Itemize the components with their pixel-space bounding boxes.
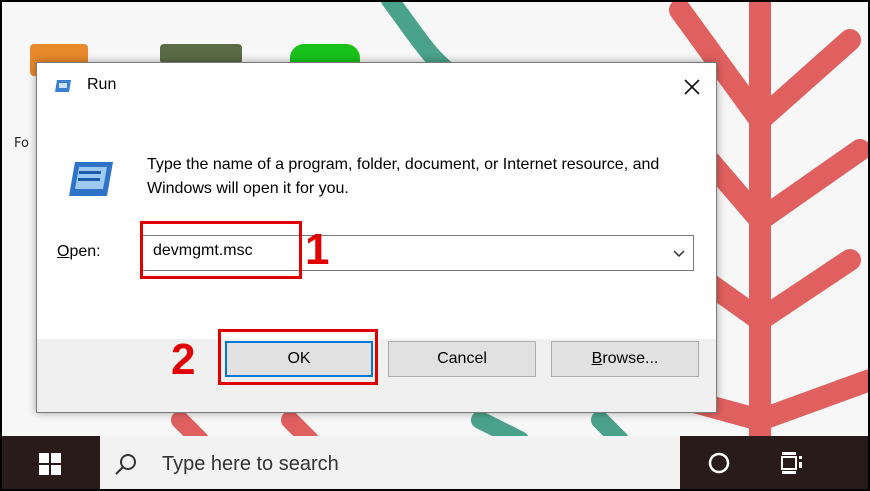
task-view-icon[interactable]: [778, 449, 806, 477]
open-label-text: pen:: [69, 243, 101, 260]
close-icon: [683, 79, 700, 95]
dialog-title: Run: [87, 76, 117, 93]
step-number-2: 2: [171, 335, 196, 384]
run-large-icon: [69, 162, 113, 196]
taskbar: Type here to search: [0, 436, 870, 491]
browse-button[interactable]: Browse...: [551, 341, 699, 377]
open-label-accelerator: O: [57, 243, 70, 260]
cortana-icon[interactable]: [705, 449, 733, 477]
highlight-command-input: [140, 221, 302, 279]
start-button[interactable]: [0, 436, 100, 491]
browse-label: rowse...: [602, 350, 659, 367]
highlight-ok-button: [218, 329, 378, 385]
desktop-app-icon[interactable]: [160, 44, 242, 64]
chevron-down-icon[interactable]: [673, 247, 685, 259]
open-label: Open:: [57, 243, 101, 261]
step-number-1: 1: [305, 225, 330, 274]
taskbar-search-box[interactable]: Type here to search: [100, 436, 680, 491]
dialog-description: Type the name of a program, folder, docu…: [147, 156, 660, 197]
search-placeholder: Type here to search: [162, 453, 339, 475]
cancel-button[interactable]: Cancel: [388, 341, 536, 377]
close-button[interactable]: [667, 63, 716, 111]
dialog-content: Type the name of a program, folder, docu…: [37, 111, 716, 339]
run-app-icon: [55, 80, 71, 92]
windows-logo-icon: [39, 452, 61, 475]
browse-accelerator: B: [591, 350, 603, 367]
title-bar[interactable]: Run: [37, 63, 716, 111]
desktop-icon-label: Fo: [14, 136, 29, 151]
search-icon: [115, 454, 136, 475]
